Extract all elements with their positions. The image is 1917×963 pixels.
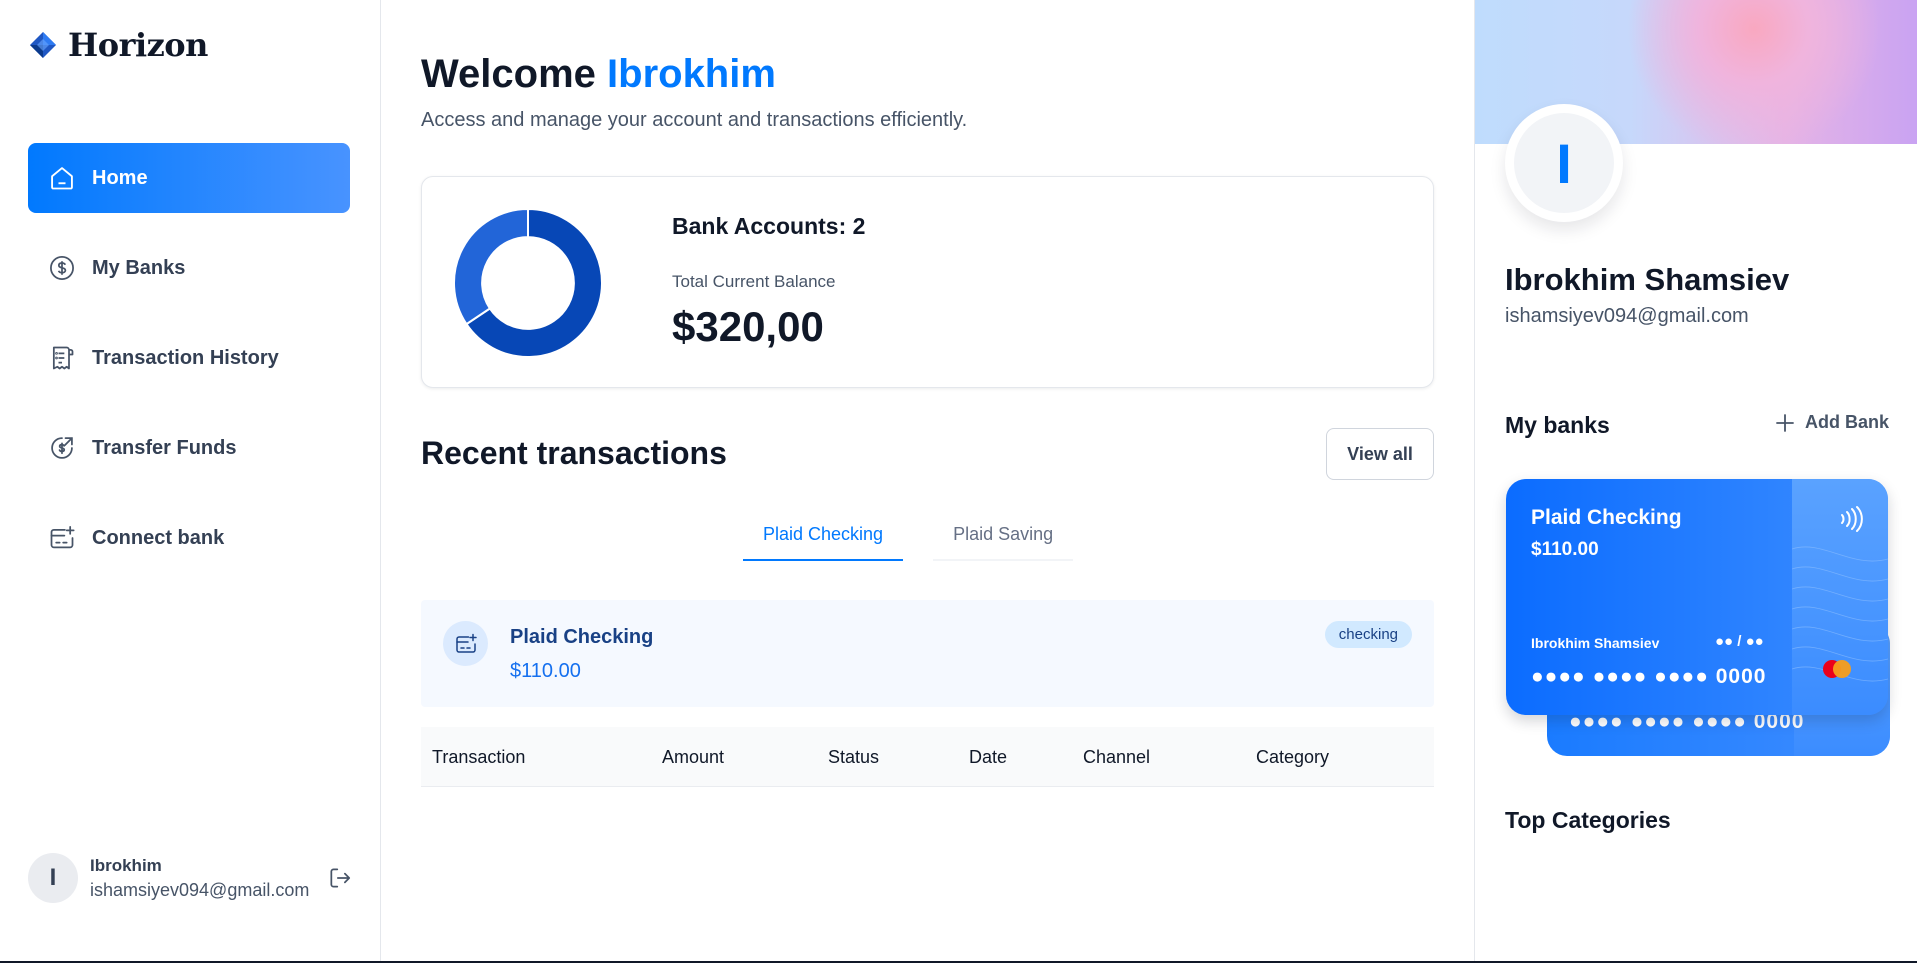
account-name: Plaid Checking xyxy=(510,626,654,648)
page-title: Welcome Ibrokhim xyxy=(421,52,776,97)
profile-name: Ibrokhim Shamsiev xyxy=(1505,262,1790,297)
brand-name: Horizon xyxy=(68,26,208,64)
bank-tabs: Plaid Checking Plaid Saving xyxy=(743,516,1074,561)
user-email: ishamsiyev094@gmail.com xyxy=(90,879,310,900)
add-bank-label: Add Bank xyxy=(1805,412,1890,432)
card-bank-name: Plaid Checking xyxy=(1531,506,1682,529)
sidebar-item-label: Home xyxy=(92,166,148,189)
profile-email: ishamsiyev094@gmail.com xyxy=(1505,305,1749,327)
user-info: Ibrokhim ishamsiyev094@gmail.com xyxy=(90,856,309,901)
column-header: Transaction xyxy=(432,747,526,767)
column-header: Amount xyxy=(662,747,725,767)
bank-accounts-count: Bank Accounts: 2 xyxy=(672,213,866,239)
horizon-logo-icon xyxy=(30,32,56,58)
money-send-icon xyxy=(51,437,73,459)
avatar-initial: I xyxy=(1514,113,1614,213)
sidebar-item-transfer-funds[interactable]: Transfer Funds xyxy=(28,413,350,483)
donut-slice xyxy=(454,209,529,326)
sidebar-nav: Home My Banks Transaction History Transf… xyxy=(28,143,350,593)
account-balance: $110.00 xyxy=(510,660,581,682)
tab-plaid-checking[interactable]: Plaid Checking xyxy=(743,516,904,561)
balance-donut-chart xyxy=(454,209,602,357)
mastercard-icon xyxy=(1823,660,1851,678)
transactions-table-header: Transaction Amount Status Date Channel C… xyxy=(421,727,1434,787)
sidebar-item-label: Transaction History xyxy=(92,346,279,369)
card-expiry: ●● / ●● xyxy=(1715,633,1764,650)
account-type-badge: checking xyxy=(1324,621,1412,648)
card-balance: $110.00 xyxy=(1531,539,1599,560)
profile-avatar[interactable]: I xyxy=(1505,104,1623,222)
column-header: Status xyxy=(828,747,880,767)
card-add-icon xyxy=(443,621,488,666)
logo[interactable]: Horizon xyxy=(28,26,208,64)
plus-icon xyxy=(1776,413,1794,432)
home-icon xyxy=(51,167,73,190)
sidebar-item-label: My Banks xyxy=(92,256,186,279)
sidebar-item-my-banks[interactable]: My Banks xyxy=(28,233,350,303)
sidebar-user: I Ibrokhim ishamsiyev094@gmail.com xyxy=(28,853,358,903)
view-all-button[interactable]: View all xyxy=(1326,428,1434,480)
column-header: Date xyxy=(969,747,1008,767)
user-name: Ibrokhim xyxy=(90,855,162,875)
dollar-circle-icon xyxy=(50,256,74,280)
add-bank-button[interactable]: Add Bank xyxy=(1775,412,1889,433)
total-balance-card: Bank Accounts: 2 Total Current Balance $… xyxy=(421,176,1434,388)
contactless-icon xyxy=(1841,506,1863,532)
logout-icon[interactable] xyxy=(327,865,353,891)
sidebar-item-connect-bank[interactable]: Connect bank xyxy=(28,503,350,573)
right-sidebar: I Ibrokhim Shamsiev ishamsiyev094@gmail.… xyxy=(1474,0,1917,963)
card-add-icon xyxy=(50,526,75,549)
main-content: Welcome Ibrokhim Access and manage your … xyxy=(381,0,1474,963)
column-header: Channel xyxy=(1083,747,1151,767)
app: Horizon Home My Banks Transaction Histor… xyxy=(0,0,1917,963)
avatar[interactable]: I xyxy=(28,853,78,903)
card-holder-name: Ibrokhim Shamsiev xyxy=(1531,635,1660,651)
page-subtitle: Access and manage your account and trans… xyxy=(421,109,968,131)
sidebar-item-home[interactable]: Home xyxy=(28,143,350,213)
receipt-icon xyxy=(52,346,74,370)
sidebar: Horizon Home My Banks Transaction Histor… xyxy=(0,0,381,963)
card-number: ●●●● ●●●● ●●●● 0000 xyxy=(1531,665,1767,688)
account-summary: Plaid Checking $110.00 checking xyxy=(421,600,1434,707)
sidebar-item-label: Connect bank xyxy=(92,526,225,549)
my-banks-title: My banks xyxy=(1505,412,1610,438)
total-balance-value: $320,00 xyxy=(672,303,824,350)
recent-transactions-title: Recent transactions xyxy=(421,435,727,471)
column-header: Category xyxy=(1256,747,1330,767)
welcome-prefix: Welcome xyxy=(421,52,596,96)
sidebar-item-transaction-history[interactable]: Transaction History xyxy=(28,323,350,393)
total-balance-label: Total Current Balance xyxy=(672,272,836,291)
welcome-name: Ibrokhim xyxy=(607,52,776,96)
sidebar-item-label: Transfer Funds xyxy=(92,436,237,459)
tab-plaid-saving[interactable]: Plaid Saving xyxy=(933,516,1074,561)
top-categories-title: Top Categories xyxy=(1505,807,1671,833)
bank-card[interactable]: Plaid Checking $110.00 Ibrokhim Shamsiev… xyxy=(1506,479,1888,715)
